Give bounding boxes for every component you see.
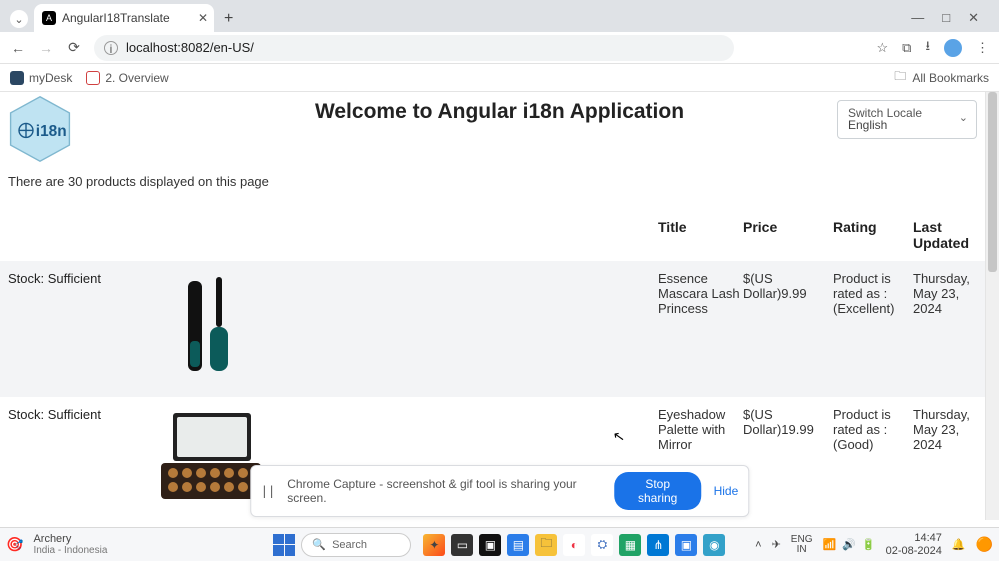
start-button[interactable] <box>273 534 295 556</box>
taskbar-app[interactable]: ⛭ <box>591 534 613 556</box>
bookmark-icon <box>10 71 24 85</box>
hide-share-bar[interactable]: Hide <box>714 484 739 498</box>
tab-dropdown[interactable]: ⌄ <box>10 10 28 28</box>
profile-avatar[interactable] <box>944 39 962 57</box>
location-icon[interactable]: ✈ <box>772 538 781 551</box>
logo-i18n: i18n <box>5 94 75 164</box>
system-tray[interactable]: 📶 🔊 🔋 <box>822 538 875 551</box>
bookmark-label: myDesk <box>29 71 72 85</box>
taskbar-app[interactable]: ◉ <box>703 534 725 556</box>
archery-icon: 🎯 <box>6 536 23 553</box>
taskbar-profile-sub: India - Indonesia <box>33 545 107 556</box>
product-thumb <box>123 271 303 381</box>
battery-icon: 🔋 <box>862 538 876 551</box>
maximize-icon[interactable]: □ <box>942 10 950 26</box>
clock[interactable]: 14:47 02-08-2024 <box>886 532 942 556</box>
col-title: Title <box>658 219 743 235</box>
taskbar-app[interactable]: ◐ <box>563 534 585 556</box>
col-price: Price <box>743 219 833 235</box>
reload-icon[interactable]: ⟳ <box>66 39 82 56</box>
screen-share-bar: || Chrome Capture - screenshot & gif too… <box>250 465 750 517</box>
taskbar-app[interactable]: ▣ <box>479 534 501 556</box>
pause-icon: || <box>261 484 275 498</box>
cell-updated: Thursday, May 23, 2024 <box>913 407 978 452</box>
bookmark-mydesk[interactable]: myDesk <box>10 71 72 85</box>
notifications-icon[interactable]: 🔔 <box>952 538 966 551</box>
taskbar-profile[interactable]: Archery India - Indonesia <box>29 533 107 556</box>
taskbar-app[interactable]: ▣ <box>675 534 697 556</box>
table-header: Title Price Rating Last Updated <box>0 211 999 261</box>
tab-title: AngularI18Translate <box>62 11 170 25</box>
url-field[interactable]: i localhost:8082/en-US/ <box>94 35 734 61</box>
tab-favicon: A <box>42 11 56 25</box>
cell-title: Essence Mascara Lash Princess <box>658 271 743 316</box>
bookmark-icon <box>86 71 100 85</box>
bookmark-overview[interactable]: 2. Overview <box>86 71 168 85</box>
search-icon: 🔍 <box>312 538 326 551</box>
chevron-down-icon: ⌄ <box>959 111 968 124</box>
svg-text:i18n: i18n <box>36 123 67 140</box>
taskbar-app[interactable]: ✦ <box>423 534 445 556</box>
stop-sharing-button[interactable]: Stop sharing <box>614 472 702 510</box>
stock-label: Stock: Sufficient <box>8 271 101 286</box>
forward-icon[interactable]: → <box>38 40 54 56</box>
col-last-updated: Last Updated <box>913 219 978 251</box>
url-text: localhost:8082/en-US/ <box>126 40 254 55</box>
share-text: Chrome Capture - screenshot & gif tool i… <box>287 477 602 505</box>
taskbar-app[interactable]: ▦ <box>619 534 641 556</box>
kebab-menu-icon[interactable]: ⋮ <box>976 40 989 56</box>
scrollbar-thumb[interactable] <box>988 92 997 272</box>
product-count: There are 30 products displayed on this … <box>0 170 999 193</box>
new-tab-button[interactable]: + <box>214 10 243 32</box>
cell-rating: Product is rated as : (Excellent) <box>833 271 913 316</box>
taskbar-apps: ✦ ▭ ▣ ▤ 🗀 ◐ ⛭ ▦ ⋔ ▣ ◉ <box>423 534 725 556</box>
bookmark-label: 2. Overview <box>105 71 168 85</box>
browser-tab-strip: ⌄ A AngularI18Translate ✕ + — □ ✕ <box>0 0 999 32</box>
language-indicator[interactable]: ENG IN <box>791 535 813 555</box>
close-tab-icon[interactable]: ✕ <box>198 11 208 25</box>
table-row: Stock: Sufficient Essence Mascara Lash P… <box>0 261 999 397</box>
taskbar-app[interactable]: 🗀 <box>535 534 557 556</box>
col-rating: Rating <box>833 219 913 235</box>
all-bookmarks[interactable]: 🗀 All Bookmarks <box>894 67 989 88</box>
cell-title: Eyeshadow Palette with Mirror <box>658 407 743 452</box>
browser-tab[interactable]: A AngularI18Translate ✕ <box>34 4 214 32</box>
cell-rating: Product is rated as : (Good) <box>833 407 913 452</box>
minimize-icon[interactable]: — <box>911 10 924 26</box>
wifi-icon: 📶 <box>822 538 836 551</box>
cell-price: $(US Dollar)9.99 <box>743 271 833 301</box>
site-info-icon[interactable]: i <box>104 41 118 55</box>
taskbar-search-placeholder: Search <box>332 539 367 551</box>
locale-select-value: English <box>848 118 950 132</box>
taskbar-app[interactable]: ⋔ <box>647 534 669 556</box>
all-bookmarks-label: All Bookmarks <box>912 71 989 85</box>
page-content: i18n Welcome to Angular i18n Application… <box>0 92 999 520</box>
taskbar-profile-name: Archery <box>33 533 107 545</box>
taskbar: 🎯 Archery India - Indonesia 🔍 Search ✦ ▭… <box>0 527 999 561</box>
stock-label: Stock: Sufficient <box>8 407 101 422</box>
extensions-icon[interactable]: ⧉ <box>902 40 911 56</box>
lang-region: IN <box>797 545 807 555</box>
download-icon[interactable]: ⭳ <box>925 37 930 59</box>
taskbar-app[interactable]: ▭ <box>451 534 473 556</box>
cell-updated: Thursday, May 23, 2024 <box>913 271 978 316</box>
tray-chevron-icon[interactable]: ˄ <box>755 539 761 551</box>
folder-icon: 🗀 <box>894 67 906 88</box>
clock-time: 14:47 <box>914 532 942 544</box>
address-bar: ← → ⟳ i localhost:8082/en-US/ ☆ ⧉ ⭳ ⋮ <box>0 32 999 64</box>
taskbar-search[interactable]: 🔍 Search <box>301 533 411 557</box>
close-window-icon[interactable]: ✕ <box>968 10 979 26</box>
back-icon[interactable]: ← <box>10 40 26 56</box>
cell-price: $(US Dollar)19.99 <box>743 407 833 437</box>
volume-icon: 🔊 <box>842 538 856 551</box>
star-icon[interactable]: ☆ <box>876 40 888 56</box>
bookmarks-bar: myDesk 2. Overview 🗀 All Bookmarks <box>0 64 999 92</box>
copilot-icon[interactable]: 🟠 <box>976 536 993 553</box>
clock-date: 02-08-2024 <box>886 545 942 557</box>
lang-code: ENG <box>791 535 813 545</box>
locale-select[interactable]: Switch Locale English ⌄ <box>837 100 977 139</box>
taskbar-app[interactable]: ▤ <box>507 534 529 556</box>
vertical-scrollbar[interactable] <box>985 92 999 520</box>
